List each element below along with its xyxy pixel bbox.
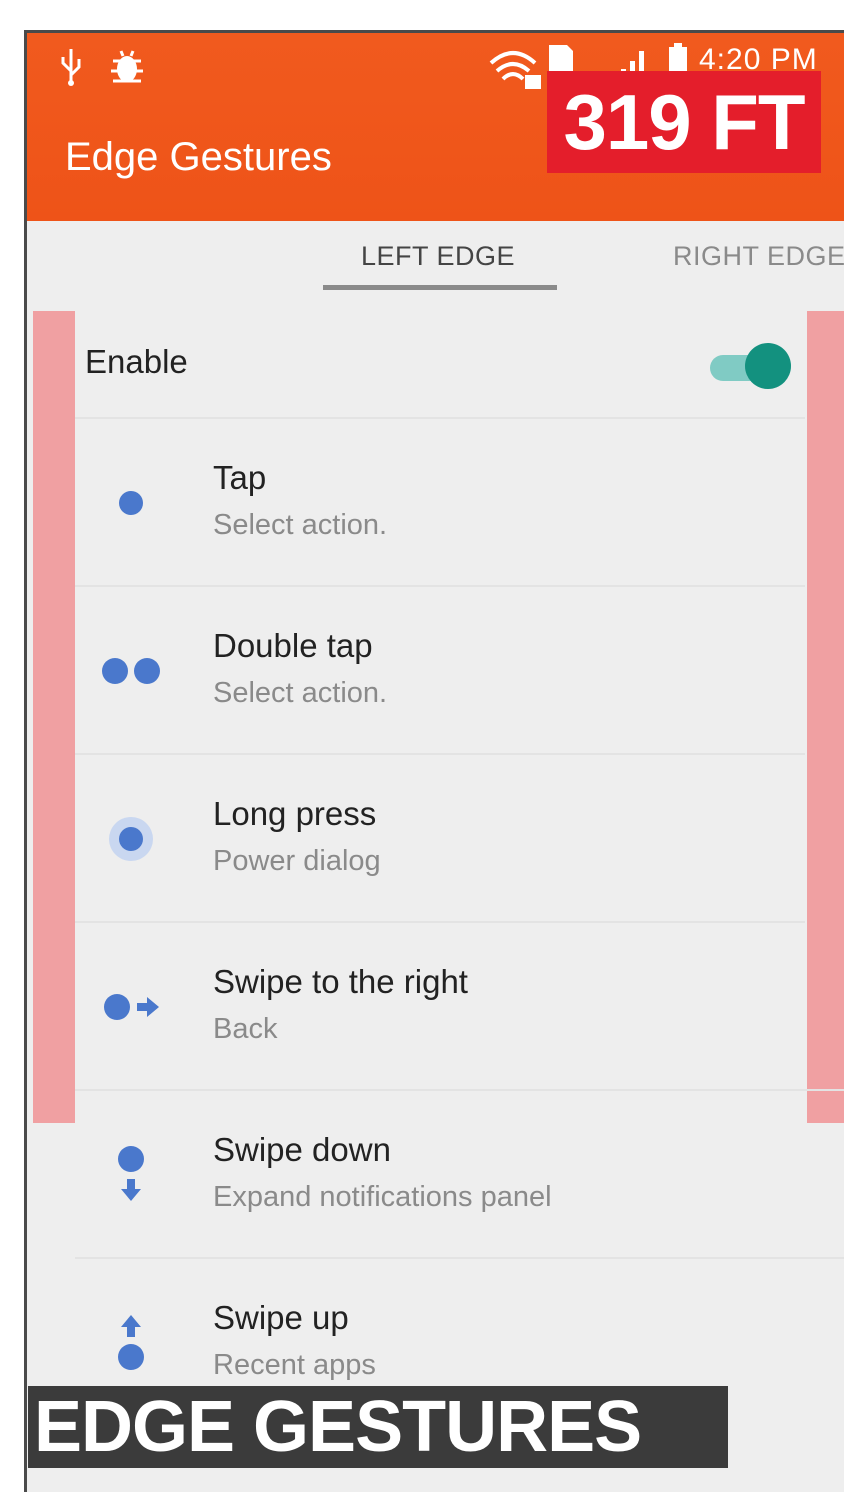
tab-right-edge[interactable]: RIGHT EDGE (673, 241, 844, 272)
gesture-subtitle: Recent apps (213, 1349, 376, 1381)
enable-row[interactable]: Enable (75, 311, 805, 415)
usb-icon (61, 49, 81, 86)
gesture-subtitle: Select action. (213, 509, 388, 541)
gesture-row-swipe-down[interactable]: Swipe down Expand notifications panel (75, 1089, 844, 1257)
gesture-row-swipe-right[interactable]: Swipe to the right Back (75, 921, 805, 1089)
gesture-title: Tap (213, 459, 267, 496)
enable-label: Enable (85, 343, 188, 380)
right-edge-highlight (807, 311, 844, 1123)
gesture-subtitle: Back (213, 1013, 278, 1045)
halo-dot-icon (109, 817, 153, 861)
gesture-list: Tap Select action. Double tap Select act… (75, 417, 844, 1425)
edge-tabs: LEFT EDGE RIGHT EDGE (27, 221, 844, 301)
gesture-title: Long press (213, 795, 377, 832)
gesture-row-double-tap[interactable]: Double tap Select action. (75, 585, 805, 753)
gesture-title: Double tap (213, 627, 373, 664)
single-dot-icon (119, 491, 143, 515)
enable-toggle-thumb[interactable] (745, 343, 791, 389)
gesture-subtitle: Expand notifications panel (213, 1181, 552, 1213)
arrow-up-dot-icon (118, 1315, 144, 1370)
distance-badge: 319 FT (547, 71, 821, 173)
tab-indicator (323, 285, 557, 290)
gesture-title: Swipe up (213, 1299, 349, 1336)
gesture-subtitle: Select action. (213, 677, 388, 709)
wifi-lock-icon (489, 51, 541, 89)
gesture-subtitle: Power dialog (213, 845, 381, 877)
gesture-title: Swipe down (213, 1131, 391, 1168)
bug-icon (111, 50, 143, 83)
arrow-right-dot-icon (104, 994, 159, 1020)
double-dot-icon (102, 658, 160, 684)
phone-screen: 4:20 PM Edge Gestures LEFT EDGE RIGHT ED… (24, 30, 844, 1492)
gesture-title: Swipe to the right (213, 963, 468, 1000)
arrow-down-dot-icon (118, 1146, 144, 1201)
caption-overlay: EDGE GESTURES (28, 1386, 728, 1468)
gesture-row-long-press[interactable]: Long press Power dialog (75, 753, 805, 921)
app-title: Edge Gestures (65, 135, 332, 179)
gesture-row-tap[interactable]: Tap Select action. (75, 417, 805, 585)
tab-left-edge[interactable]: LEFT EDGE (361, 241, 515, 272)
left-edge-highlight (33, 311, 75, 1123)
